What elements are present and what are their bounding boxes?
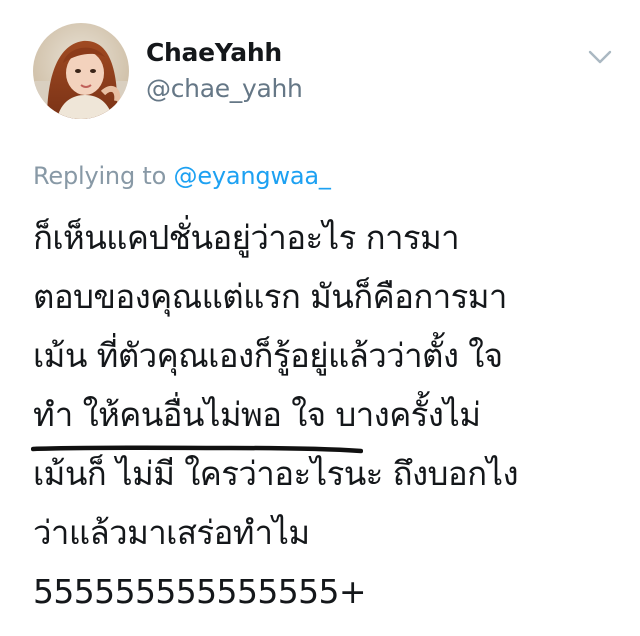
tweet-text-line: 555555555555555+ <box>33 572 367 611</box>
avatar[interactable] <box>33 23 129 119</box>
replying-to: Replying to @eyangwaa_ <box>33 162 331 190</box>
tweet-text-line: ก็เห็นแคปชั่นอยู่ว่าอะไร การมา <box>33 218 460 257</box>
chevron-down-icon[interactable] <box>585 44 615 70</box>
tweet-text-line: ว่าแล้วมาเสร่อทำไม <box>33 513 310 552</box>
user-handle[interactable]: @chae_yahh <box>146 74 303 103</box>
replying-to-label: Replying to <box>33 162 167 190</box>
reply-mention-link[interactable]: @eyangwaa_ <box>174 162 331 190</box>
tweet-card: ChaeYahh @chae_yahh Replying to @eyangwa… <box>0 0 640 636</box>
tweet-text-line: เม้นก็ ไม่มี ใครว่าอะไรนะ ถึงบอกไง <box>33 454 519 493</box>
display-name[interactable]: ChaeYahh <box>146 38 282 67</box>
tweet-text: ก็เห็นแคปชั่นอยู่ว่าอะไร การมา ตอบของคุณ… <box>33 208 623 621</box>
tweet-text-line: เม้น ที่ตัวคุณเองก็รู้อยู่แล้วว่าตั้ง ใจ <box>33 336 503 375</box>
profile-photo <box>33 23 129 119</box>
tweet-text-line: ตอบของคุณแต่แรก มันก็คือการมา <box>33 277 507 316</box>
tweet-text-line: ทำ ให้คนอื่นไม่พอ ใจ บางครั้งไม่ <box>33 395 481 434</box>
